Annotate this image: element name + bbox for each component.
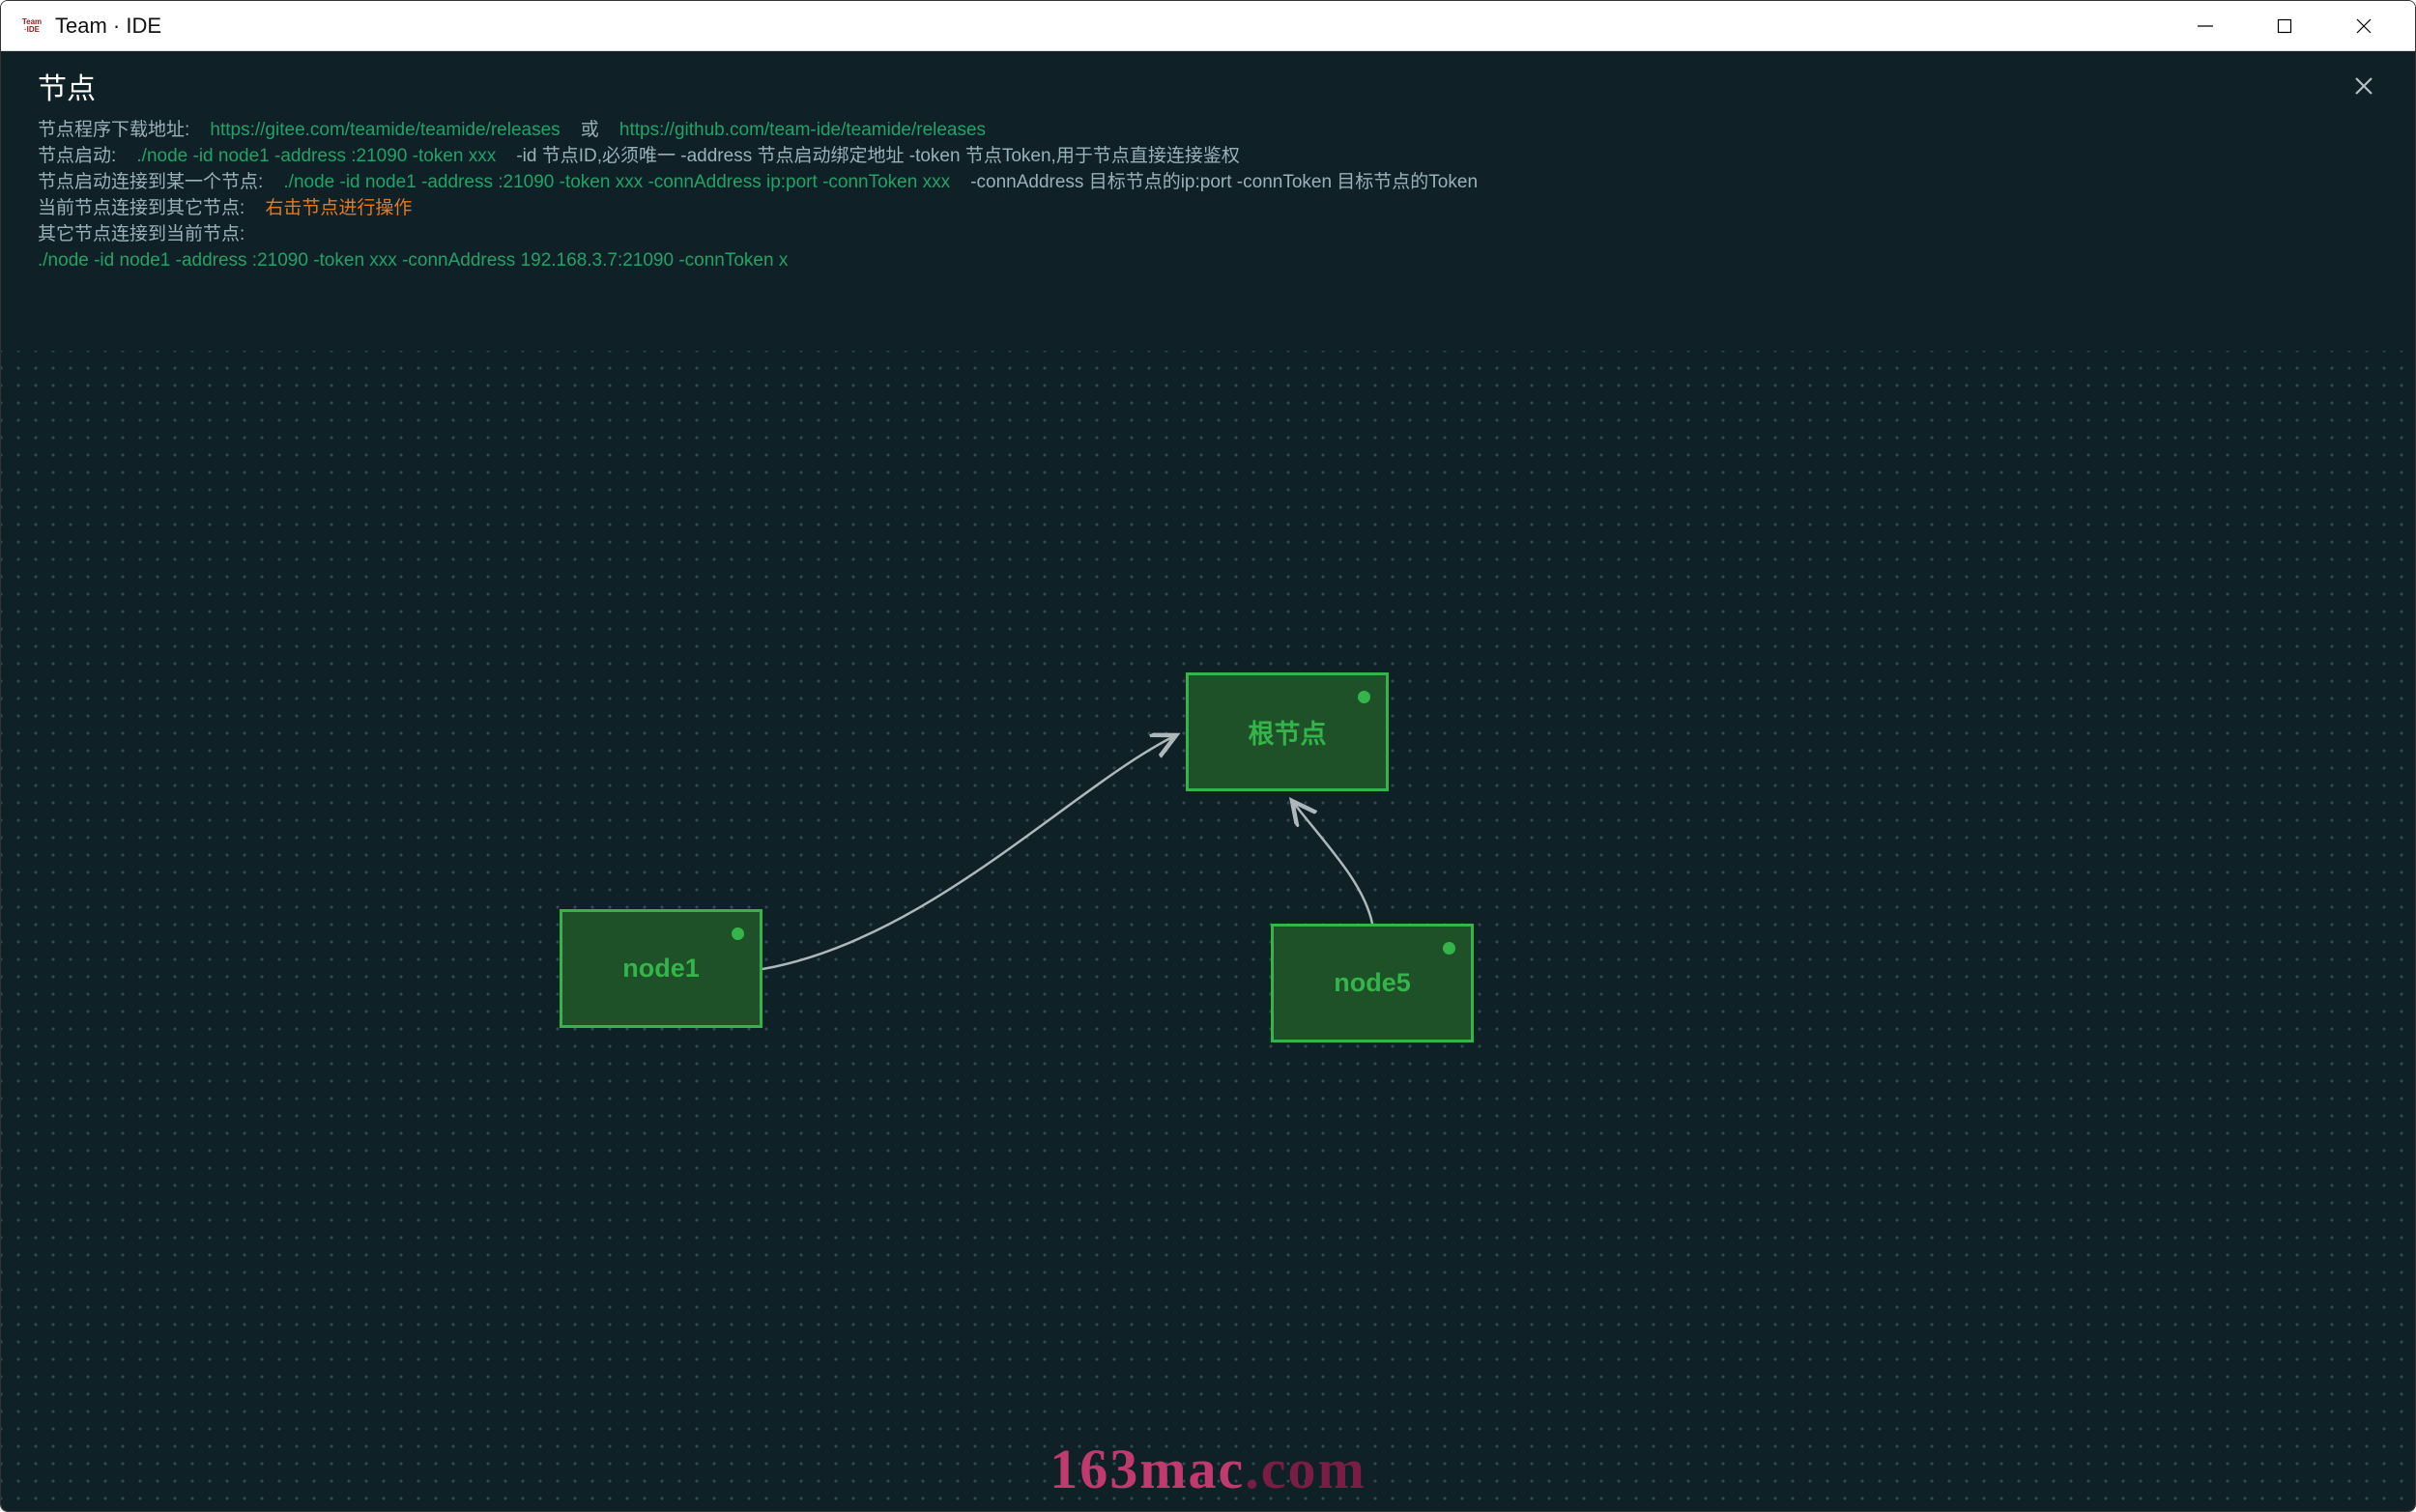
connect-desc: -connAddress 目标节点的ip:port -connToken 目标节… [970, 172, 1478, 192]
start-label: 节点启动: [38, 146, 116, 166]
graph-canvas[interactable] [1, 351, 2415, 1511]
graph-node-root[interactable]: 根节点 [1186, 672, 1389, 791]
node-label: node1 [622, 954, 700, 984]
or-text: 或 [581, 120, 599, 140]
close-icon [2353, 75, 2374, 97]
graph-node-node5[interactable]: node5 [1271, 924, 1474, 1042]
status-dot-icon [1358, 691, 1370, 703]
status-dot-icon [1443, 942, 1455, 955]
window-minimize-button[interactable] [2166, 1, 2245, 51]
app-icon: Team ·IDE [18, 15, 45, 37]
minimize-icon [2197, 17, 2214, 35]
node-label: 根节点 [1249, 713, 1327, 751]
content-area: 节点 节点程序下载地址: https://gitee.com/teamide/t… [1, 51, 2415, 1511]
panel-header: 节点 [1, 51, 2415, 117]
github-link[interactable]: https://github.com/team-ide/teamide/rele… [619, 120, 986, 140]
start-cmd: ./node -id node1 -address :21090 -token … [136, 146, 496, 166]
node-label: node5 [1334, 968, 1411, 998]
gitee-link[interactable]: https://gitee.com/teamide/teamide/releas… [210, 120, 560, 140]
close-icon [2355, 17, 2373, 35]
current-conn-label: 当前节点连接到其它节点: [38, 198, 244, 218]
other-conn-label: 其它节点连接到当前节点: [38, 224, 244, 244]
window-close-button[interactable] [2324, 1, 2403, 51]
info-block: 节点程序下载地址: https://gitee.com/teamide/team… [1, 117, 2415, 283]
app-window: Team ·IDE Team · IDE 节点 节点程序下载地址: https:… [0, 0, 2416, 1512]
graph-node-node1[interactable]: node1 [560, 909, 762, 1028]
download-label: 节点程序下载地址: [38, 120, 189, 140]
panel-title: 节点 [38, 65, 96, 107]
window-title: Team · IDE [55, 14, 161, 39]
watermark: 163mac.com [1050, 1437, 1366, 1501]
other-conn-cmd: ./node -id node1 -address :21090 -token … [38, 250, 788, 271]
maximize-icon [2277, 18, 2292, 34]
titlebar: Team ·IDE Team · IDE [1, 1, 2415, 51]
panel-close-button[interactable] [2349, 71, 2378, 100]
connect-label: 节点启动连接到某一个节点: [38, 172, 263, 192]
rightclick-hint: 右击节点进行操作 [265, 198, 412, 218]
connect-cmd: ./node -id node1 -address :21090 -token … [283, 172, 950, 192]
window-maximize-button[interactable] [2245, 1, 2324, 51]
start-desc: -id 节点ID,必须唯一 -address 节点启动绑定地址 -token 节… [516, 146, 1240, 166]
status-dot-icon [732, 927, 744, 940]
